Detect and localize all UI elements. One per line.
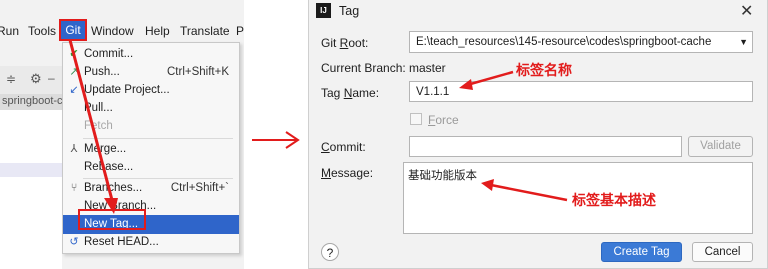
- right-arrow-icon: [252, 131, 300, 149]
- annotation-arrow-tag-name: [459, 70, 514, 90]
- git-root-label: Git Root:: [321, 36, 369, 50]
- tag-name-label: Tag Name:: [321, 86, 380, 100]
- tag-name-value: V1.1.1: [416, 86, 450, 98]
- annotation-arrow-message: [481, 179, 568, 202]
- current-branch-value: master: [409, 61, 446, 75]
- create-tag-button[interactable]: Create Tag: [601, 242, 682, 262]
- current-branch-label: Current Branch:: [321, 61, 406, 75]
- message-annotation: 标签基本描述: [572, 192, 656, 208]
- tag-dialog: IJ Tag ✕ Git Root: E:\teach_resources\14…: [308, 0, 768, 269]
- cancel-button[interactable]: Cancel: [692, 242, 753, 262]
- annotation-arrow-git: [68, 39, 118, 214]
- commit-label: Commit:: [321, 140, 366, 154]
- intellij-icon: IJ: [316, 3, 331, 18]
- force-label: Force: [428, 113, 459, 127]
- git-root-select[interactable]: E:\teach_resources\145-resource\codes\sp…: [409, 31, 753, 53]
- message-label: Message:: [321, 166, 374, 180]
- dialog-title: Tag: [339, 4, 360, 18]
- git-root-value: E:\teach_resources\145-resource\codes\sp…: [416, 36, 712, 48]
- validate-button[interactable]: Validate: [688, 136, 753, 157]
- commit-input[interactable]: [409, 136, 682, 157]
- force-checkbox[interactable]: [410, 113, 422, 125]
- message-value: 基础功能版本: [408, 170, 477, 182]
- help-button[interactable]: ?: [321, 243, 339, 261]
- tag-name-annotation: 标签名称: [516, 62, 572, 78]
- close-icon[interactable]: ✕: [740, 1, 753, 21]
- chevron-down-icon: ▼: [739, 37, 748, 47]
